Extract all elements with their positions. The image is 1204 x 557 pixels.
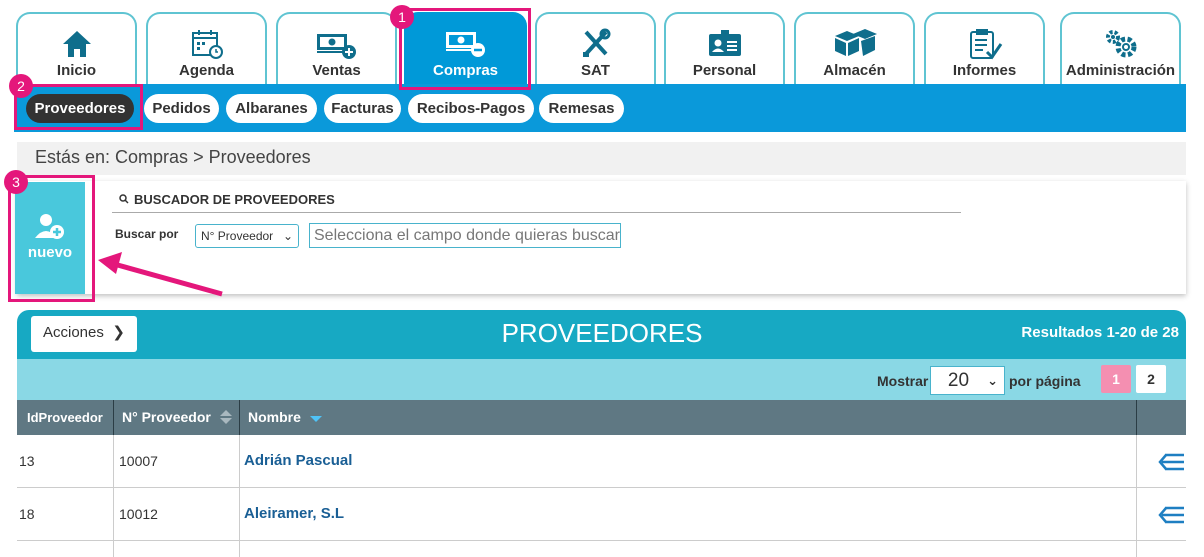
table-row [17, 541, 1186, 557]
cell-id: 13 [17, 435, 114, 488]
table-row[interactable]: 18 10012 Aleiramer, S.L [17, 488, 1186, 541]
per-page-select[interactable]: 20 ⌄ [930, 366, 1005, 395]
supplier-name-link[interactable]: Adrián Pascual [240, 435, 1137, 488]
supplier-name-link[interactable]: Aleiramer, S.L [240, 488, 1137, 541]
results-count: Resultados 1-20 de 28 [1021, 324, 1179, 341]
step-badge-3: 3 [4, 170, 28, 194]
per-page-suffix: por página [1009, 373, 1081, 389]
tab-ventas[interactable]: Ventas [276, 12, 397, 86]
clipboard-icon [969, 29, 1002, 60]
page-1-button[interactable]: 1 [1101, 365, 1131, 393]
search-field-select[interactable]: N° Proveedor ⌄ [195, 224, 299, 248]
module-tabs: Inicio Agenda Ventas Compras SAT Persona… [0, 0, 1204, 88]
step-badge-2: 2 [9, 74, 33, 98]
tab-label: SAT [581, 62, 610, 79]
cell-number: 10007 [114, 435, 240, 488]
search-input[interactable] [309, 223, 621, 248]
money-plus-icon [316, 34, 356, 59]
tab-informes[interactable]: Informes [924, 12, 1045, 86]
search-field-value: N° Proveedor [201, 229, 274, 243]
chevron-down-icon: ⌄ [987, 373, 998, 388]
table-row[interactable]: 13 10007 Adrián Pascual [17, 435, 1186, 488]
row-action-button[interactable] [1137, 435, 1186, 488]
column-numero-proveedor[interactable]: N° Proveedor [114, 400, 240, 435]
breadcrumb: Estás en: Compras > Proveedores [17, 142, 1186, 175]
column-idproveedor[interactable]: IdProveedor [17, 400, 114, 435]
search-by-label: Buscar por [115, 227, 179, 241]
divider [112, 212, 961, 213]
cell-id: 18 [17, 488, 114, 541]
table-header: IdProveedor N° Proveedor Nombre [17, 400, 1186, 435]
cell-number: 10012 [114, 488, 240, 541]
tab-personal[interactable]: Personal [664, 12, 785, 86]
sort-icon [219, 410, 232, 424]
pointer-arrow-icon [98, 252, 223, 297]
tab-label: Informes [952, 62, 1017, 79]
submenu-pedidos[interactable]: Pedidos [144, 94, 219, 123]
per-page-value: 20 [947, 370, 970, 391]
gears-icon [1105, 30, 1136, 58]
step-badge-1: 1 [390, 5, 414, 29]
highlight-box-compras [399, 8, 531, 90]
search-title: BUSCADOR DE PROVEEDORES [118, 192, 335, 207]
submenu-remesas[interactable]: Remesas [539, 94, 624, 123]
column-label: Nombre [248, 409, 301, 425]
submenu-recibos-pagos[interactable]: Recibos-Pagos [408, 94, 534, 123]
page-2-button[interactable]: 2 [1136, 365, 1166, 393]
cell-name [240, 541, 1137, 557]
column-actions [1137, 400, 1186, 435]
search-icon [119, 194, 129, 204]
column-nombre[interactable]: Nombre [240, 400, 1137, 435]
home-icon [62, 31, 91, 57]
row-action-button[interactable] [1137, 488, 1186, 541]
cell-number [114, 541, 240, 557]
tab-administracion[interactable]: Administración [1060, 12, 1181, 86]
tab-label: Ventas [312, 62, 361, 79]
highlight-box-proveedores [14, 84, 143, 130]
id-card-icon [708, 30, 741, 56]
search-title-text: BUSCADOR DE PROVEEDORES [134, 192, 335, 207]
tab-label: Administración [1065, 62, 1176, 79]
chevron-down-icon: ⌄ [282, 229, 293, 243]
tab-label: Personal [692, 62, 757, 79]
cell-id [17, 541, 114, 557]
highlight-box-nuevo [8, 175, 95, 302]
list-arrow-icon [1157, 507, 1184, 524]
tab-inicio[interactable]: Inicio [16, 12, 137, 86]
tab-label: Inicio [56, 62, 97, 79]
submenu-albaranes[interactable]: Albaranes [226, 94, 317, 123]
calendar-icon [191, 30, 223, 59]
submenu-facturas[interactable]: Facturas [324, 94, 401, 123]
tab-label: Almacén [823, 62, 886, 79]
tab-sat[interactable]: SAT [535, 12, 656, 86]
sort-down-icon [309, 416, 322, 422]
tab-agenda[interactable]: Agenda [146, 12, 267, 86]
list-arrow-icon [1157, 454, 1184, 471]
column-label: N° Proveedor [122, 409, 211, 425]
tab-almacen[interactable]: Almacén [794, 12, 915, 86]
tools-icon [582, 28, 610, 57]
boxes-icon [834, 29, 877, 56]
show-label: Mostrar [877, 373, 929, 389]
tab-label: Agenda [178, 62, 234, 79]
